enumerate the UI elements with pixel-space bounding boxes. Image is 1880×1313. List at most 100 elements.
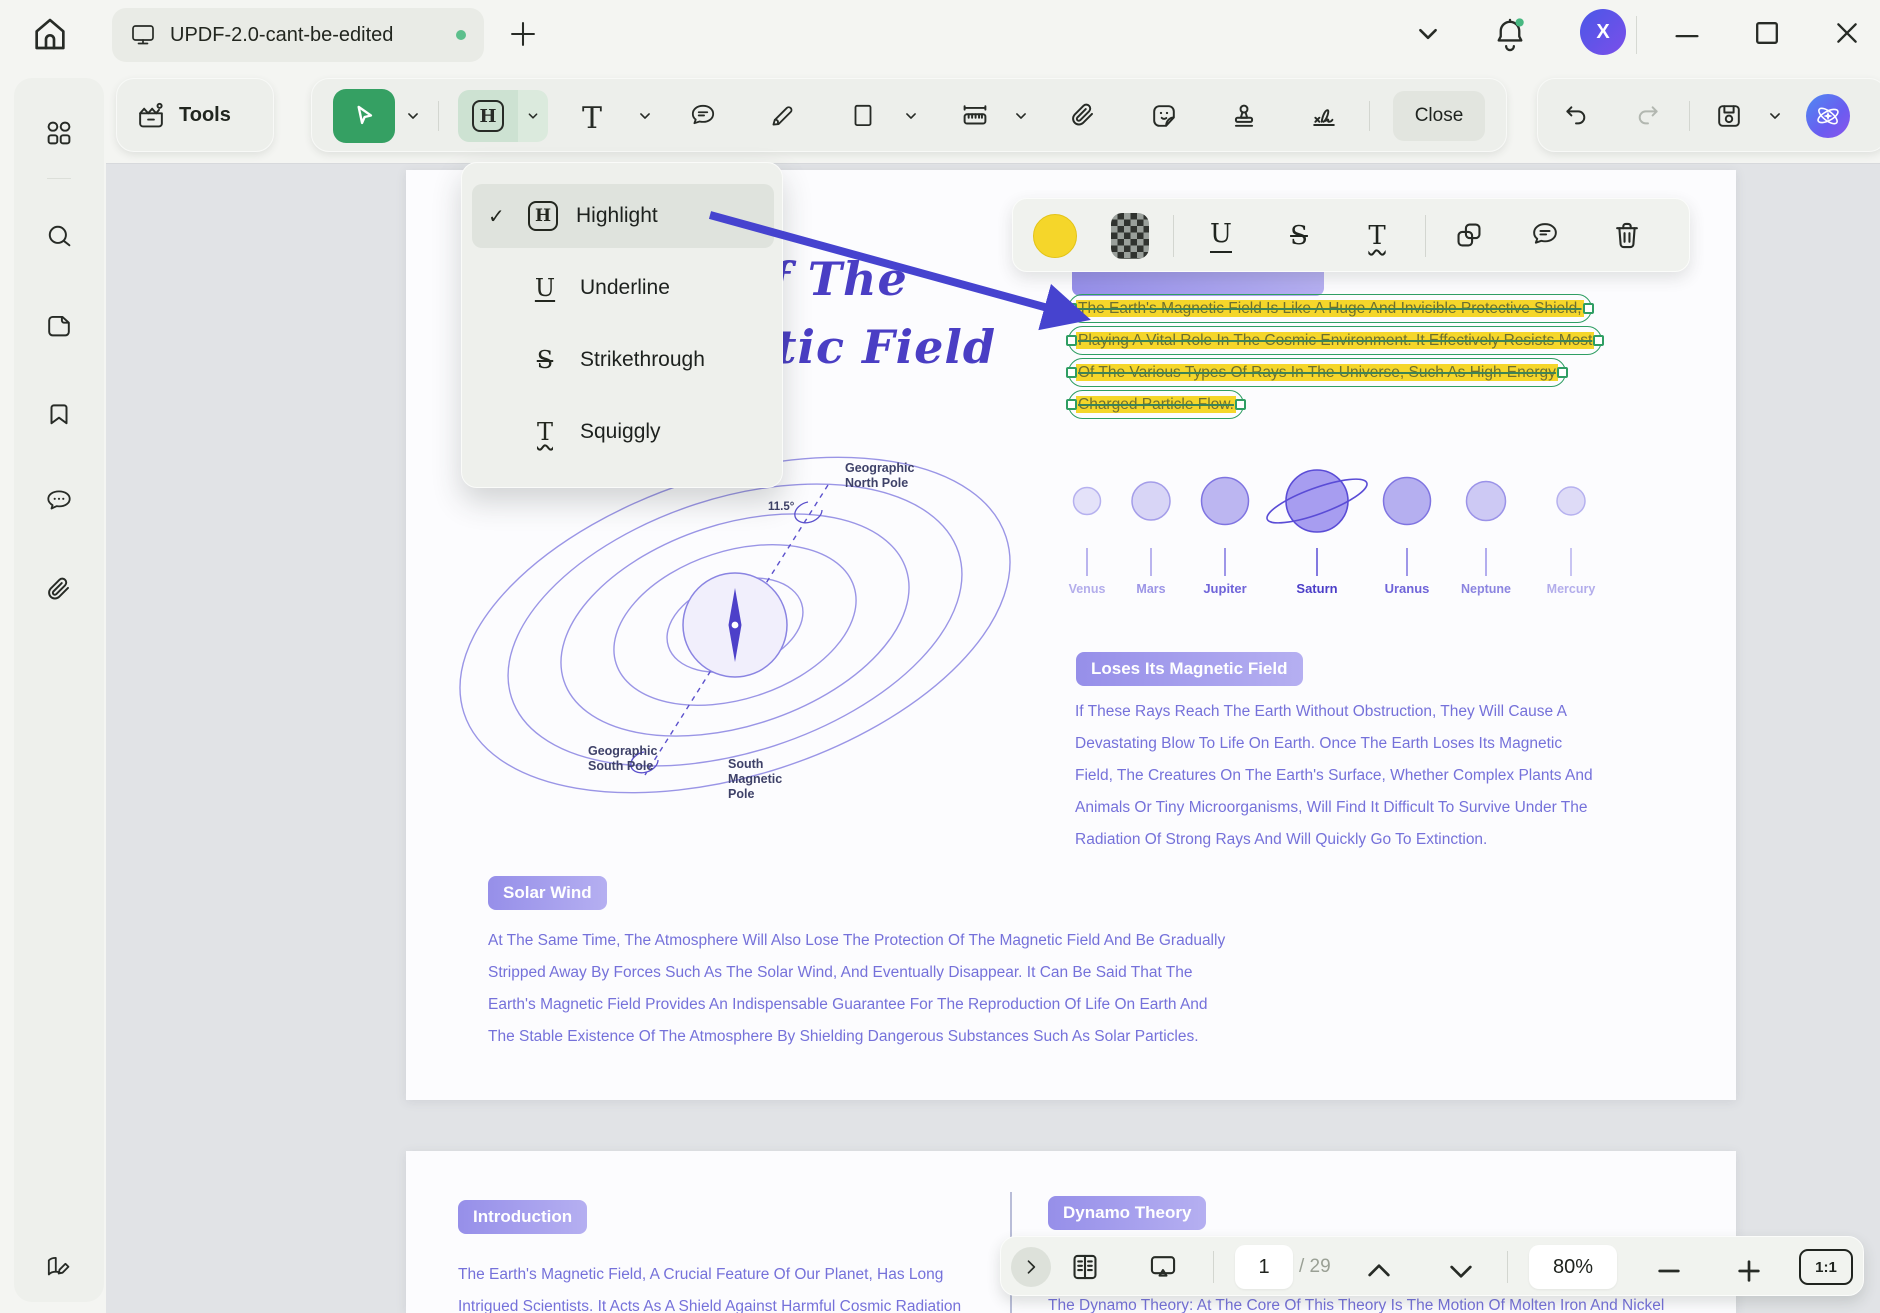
cursor-icon	[349, 101, 379, 131]
svg-text:Mercury: Mercury	[1547, 582, 1596, 596]
previous-page-button[interactable]	[1363, 1255, 1395, 1287]
save-button[interactable]	[1714, 101, 1744, 131]
redo-button[interactable]	[1633, 101, 1663, 131]
chevron-down-icon[interactable]	[404, 107, 422, 125]
delete-button[interactable]	[1611, 219, 1643, 251]
annotation-tools-toolbar: H T Close	[311, 78, 1507, 152]
presentation-mode-button[interactable]	[1147, 1251, 1179, 1283]
highlight-tool-button[interactable]: H	[458, 90, 548, 142]
strikethrough-button[interactable]: S	[1277, 214, 1321, 258]
selection-handle[interactable]	[1583, 303, 1594, 314]
declination-angle-label: 11.5°	[768, 501, 795, 513]
close-tool-button[interactable]: Close	[1393, 91, 1485, 141]
chevron-down-icon[interactable]	[902, 107, 920, 125]
avatar[interactable]: X	[1580, 9, 1626, 55]
expand-toolbar-button[interactable]	[1011, 1247, 1051, 1287]
svg-text:Saturn: Saturn	[1296, 581, 1337, 596]
ai-assistant-button[interactable]	[1806, 94, 1850, 138]
minimize-button[interactable]	[1672, 20, 1704, 50]
text-tool-button[interactable]: T	[582, 101, 612, 131]
selection-handle[interactable]	[1066, 367, 1077, 378]
menu-item-label: Strikethrough	[580, 348, 705, 372]
new-tab-button[interactable]	[505, 16, 545, 56]
squiggly-icon: T	[528, 415, 562, 449]
search-button[interactable]	[44, 221, 74, 251]
bookmarks-button[interactable]	[44, 399, 74, 429]
section-badge-introduction: Introduction	[458, 1200, 587, 1234]
shape-tool-button[interactable]	[848, 101, 878, 131]
body-text-line: The Dynamo Theory: At The Core Of This T…	[1048, 1297, 1664, 1313]
left-panel-sidebar	[14, 78, 104, 1302]
sticker-tool-button[interactable]	[1149, 101, 1179, 131]
selection-handle[interactable]	[1066, 399, 1077, 410]
home-icon	[30, 14, 70, 54]
svg-text:Uranus: Uranus	[1385, 581, 1430, 596]
select-tool-button[interactable]	[333, 89, 395, 143]
page-navigation-toolbar: 1 / 29 80% 1:1	[1000, 1236, 1864, 1296]
highlighted-text: Of The Various Types Of Rays In The Univ…	[1076, 364, 1558, 381]
tools-button[interactable]: Tools	[116, 78, 274, 152]
plus-icon	[505, 16, 541, 52]
annotated-text-line[interactable]: The Earth's Magnetic Field Is Like A Hug…	[1068, 294, 1592, 323]
maximize-button[interactable]	[1752, 18, 1784, 50]
chevron-down-icon[interactable]	[1012, 107, 1030, 125]
tab-title: UPDF-2.0-cant-be-edited	[170, 24, 442, 47]
title-bar: UPDF-2.0-cant-be-edited X	[0, 0, 1880, 72]
chevron-down-icon[interactable]	[636, 107, 654, 125]
toolbox-icon	[135, 99, 167, 131]
zoom-out-button[interactable]	[1653, 1255, 1685, 1287]
next-page-button[interactable]	[1445, 1255, 1477, 1287]
window-menu-button[interactable]	[1414, 20, 1444, 50]
attachment-tool-button[interactable]	[1068, 101, 1098, 131]
selection-handle[interactable]	[1557, 367, 1568, 378]
zoom-in-button[interactable]	[1733, 1255, 1765, 1287]
comments-panel-button[interactable]	[44, 486, 74, 516]
menu-item-squiggly[interactable]: T Squiggly	[472, 400, 774, 464]
annotated-text-line[interactable]: Playing A Vital Role In The Cosmic Envir…	[1068, 326, 1602, 355]
home-button[interactable]	[30, 14, 74, 58]
notifications-button[interactable]	[1492, 14, 1528, 54]
close-window-button[interactable]	[1832, 18, 1864, 50]
reader-mode-button[interactable]	[44, 1252, 74, 1282]
chevron-down-icon	[1414, 20, 1442, 48]
stamp-tool-button[interactable]	[1229, 101, 1259, 131]
copy-button[interactable]	[1453, 219, 1485, 251]
pencil-tool-button[interactable]	[767, 101, 797, 131]
monitor-icon	[130, 22, 156, 48]
selection-handle[interactable]	[1593, 335, 1604, 346]
planet-mars: Mars	[1132, 482, 1170, 596]
page-number-input[interactable]: 1	[1235, 1245, 1293, 1289]
comment-button[interactable]	[1529, 219, 1561, 251]
body-text-line: Earth's Magnetic Field Provides An Indis…	[488, 996, 1208, 1014]
planet-jupiter: Jupiter	[1202, 478, 1249, 597]
actual-size-button[interactable]: 1:1	[1799, 1249, 1853, 1285]
thumbnails-button[interactable]	[44, 118, 74, 148]
planet-venus: Venus	[1069, 488, 1106, 597]
chevron-down-icon[interactable]	[1766, 107, 1784, 125]
annotated-text-line[interactable]: Of The Various Types Of Rays In The Univ…	[1068, 358, 1566, 387]
undo-button[interactable]	[1561, 101, 1591, 131]
highlighted-text: Playing A Vital Role In The Cosmic Envir…	[1076, 332, 1594, 349]
text-tool-icon: T	[582, 101, 602, 136]
underline-button[interactable]: U	[1199, 214, 1243, 258]
document-tab[interactable]: UPDF-2.0-cant-be-edited	[112, 8, 484, 62]
ai-sparkle-icon	[1806, 94, 1850, 138]
signature-tool-button[interactable]	[1307, 101, 1341, 131]
attachments-panel-button[interactable]	[44, 575, 74, 605]
tools-label: Tools	[179, 104, 231, 127]
pages-button[interactable]	[44, 310, 74, 340]
comment-tool-button[interactable]	[688, 101, 718, 131]
two-page-view-button[interactable]	[1069, 1251, 1101, 1283]
toolbar-divider	[1213, 1251, 1214, 1283]
notification-dot	[1516, 18, 1524, 26]
measure-tool-button[interactable]	[960, 101, 990, 131]
annotated-text-line[interactable]: Charged Particle Flow.	[1068, 390, 1244, 419]
highlight-icon: H	[472, 100, 504, 132]
zoom-level-input[interactable]: 80%	[1529, 1245, 1617, 1289]
toolbar-divider	[1507, 1251, 1508, 1283]
squiggly-button[interactable]: T	[1355, 214, 1399, 258]
section-badge-solar-wind: Solar Wind	[488, 876, 607, 910]
opacity-pattern-button[interactable]	[1111, 213, 1149, 259]
selection-handle[interactable]	[1235, 399, 1246, 410]
updf-app-window: UPDF-2.0-cant-be-edited X f Th	[0, 0, 1880, 1313]
